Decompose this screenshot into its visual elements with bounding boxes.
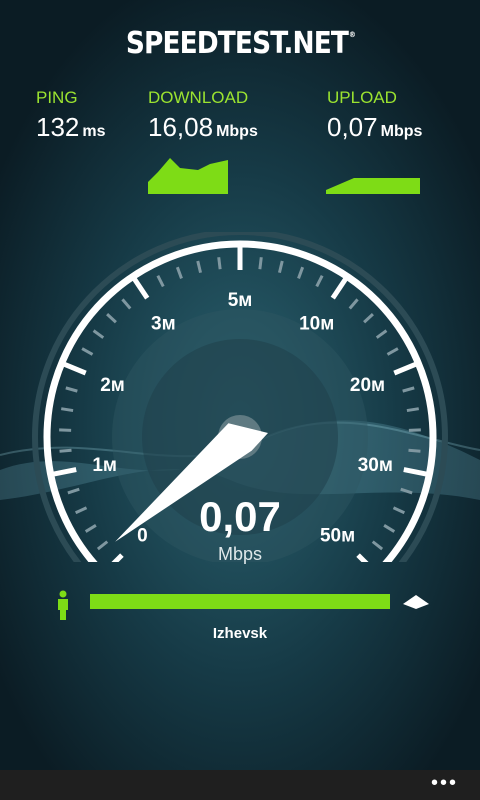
download-label: DOWNLOAD bbox=[148, 88, 249, 107]
gauge-minor-tick bbox=[315, 275, 324, 288]
ping-metric: PING 132 ms bbox=[36, 88, 106, 143]
ping-value: 132 bbox=[36, 112, 80, 142]
gauge-minor-tick bbox=[406, 407, 420, 413]
gauge-tick-label: 5м bbox=[228, 290, 253, 311]
upload-value: 0,07 bbox=[327, 112, 378, 142]
gauge-minor-tick bbox=[408, 448, 421, 453]
gauge-minor-tick bbox=[60, 407, 74, 413]
gauge-minor-tick bbox=[196, 260, 203, 274]
download-sparkline bbox=[148, 158, 228, 194]
speed-readout: 0,07 bbox=[199, 493, 281, 540]
gauge-minor-tick bbox=[348, 298, 359, 310]
upload-unit: Mbps bbox=[380, 123, 423, 140]
server-icon bbox=[403, 595, 429, 609]
person-icon bbox=[58, 590, 68, 620]
gauge-tick-label: 3м bbox=[151, 313, 176, 334]
upload-metric: UPLOAD 0,07 Mbps bbox=[327, 88, 422, 143]
gauge-minor-tick bbox=[92, 329, 105, 339]
gauge-tick-label: 30м bbox=[358, 455, 393, 476]
gauge-major-tick bbox=[330, 277, 348, 300]
app-bar: ••• bbox=[0, 770, 480, 800]
gauge-tick-label: 10м bbox=[299, 313, 334, 334]
gauge-minor-tick bbox=[386, 347, 399, 356]
gauge-minor-tick bbox=[81, 347, 94, 356]
more-icon[interactable]: ••• bbox=[431, 770, 458, 800]
speedtest-logo: SPEEDTEST.NET® bbox=[29, 26, 451, 61]
gauge-major-tick bbox=[63, 361, 87, 376]
ping-label: PING bbox=[36, 88, 78, 107]
download-unit: Mbps bbox=[216, 123, 258, 140]
gauge-major-tick bbox=[403, 467, 427, 477]
gauge-minor-tick bbox=[277, 260, 284, 274]
gauge-minor-tick bbox=[258, 257, 263, 270]
gauge-minor-tick bbox=[363, 313, 374, 324]
server-location: Izhevsk bbox=[212, 625, 268, 642]
gauge-minor-tick bbox=[65, 386, 78, 393]
gauge-major-tick bbox=[132, 277, 150, 300]
gauge-minor-tick bbox=[156, 275, 165, 288]
gauge-minor-tick bbox=[106, 313, 117, 324]
gauge-tick-label: 2м bbox=[100, 375, 125, 396]
gauge-major-tick bbox=[53, 467, 77, 477]
download-metric: DOWNLOAD 16,08 Mbps bbox=[148, 88, 258, 143]
gauge-tick-label: 20м bbox=[350, 375, 385, 396]
logo-text: SPEEDTEST.NET bbox=[125, 26, 349, 61]
gauge-minor-tick bbox=[402, 386, 415, 393]
gauge-minor-tick bbox=[217, 257, 222, 270]
upload-value-row: 0,07 Mbps bbox=[327, 112, 422, 143]
ping-value-row: 132 ms bbox=[36, 112, 106, 143]
gauge-minor-tick bbox=[175, 266, 183, 279]
gauge-tick-label: 1м bbox=[92, 455, 117, 476]
gauge-minor-tick bbox=[121, 298, 132, 310]
speed-readout-unit: Mbps bbox=[217, 544, 262, 564]
registered-mark: ® bbox=[348, 30, 356, 39]
gauge-major-tick bbox=[393, 361, 417, 376]
ping-unit: ms bbox=[82, 123, 106, 140]
upload-label: UPLOAD bbox=[327, 88, 397, 107]
download-value-row: 16,08 Mbps bbox=[148, 112, 258, 143]
test-progress-bar bbox=[90, 594, 390, 609]
gauge-minor-tick bbox=[297, 266, 305, 279]
download-value: 16,08 bbox=[148, 112, 214, 142]
gauge-minor-tick bbox=[59, 448, 72, 453]
upload-sparkline bbox=[326, 178, 420, 194]
gauge-minor-tick bbox=[375, 329, 388, 339]
